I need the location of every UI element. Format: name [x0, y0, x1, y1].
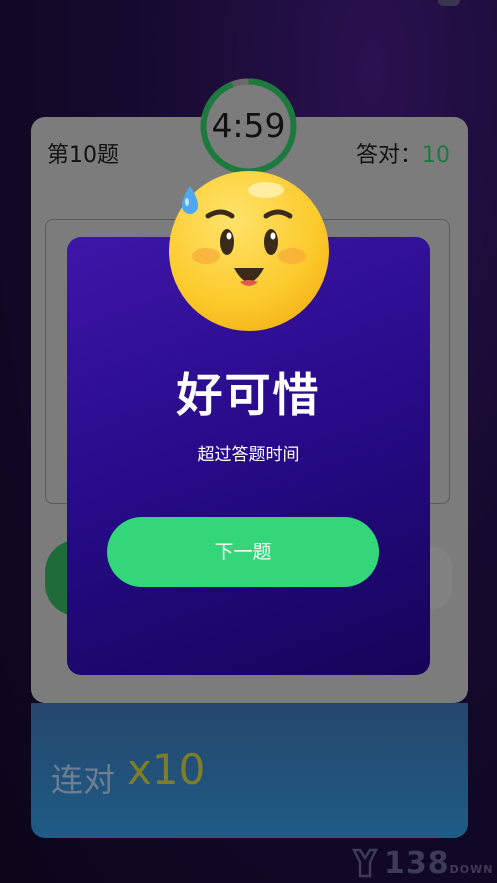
watermark: 138DOWN [384, 846, 493, 881]
question-number: 第10题 [47, 143, 119, 168]
dialog-title: 好可惜 [176, 368, 321, 422]
watermark-suffix: DOWN [449, 863, 494, 876]
watermark-logo-icon [352, 848, 378, 878]
next-question-button[interactable]: 下一题 [107, 517, 379, 587]
correct-value: 10 [422, 143, 450, 168]
top-edge-mark [438, 0, 460, 6]
timer-text: 4:59 [211, 106, 286, 145]
streak-label: 连对 [51, 761, 116, 799]
sweat-smile-emoji-icon [169, 171, 329, 331]
streak-multiplier: x10 [127, 745, 206, 794]
correct-count: 答对：10 [356, 137, 450, 169]
watermark-text: 138 [384, 846, 450, 881]
streak-panel: 连对 x10 [31, 703, 468, 838]
countdown-timer: 4:59 [198, 76, 299, 177]
dialog-subtitle: 超过答题时间 [197, 445, 300, 465]
correct-label: 答对： [355, 143, 422, 168]
